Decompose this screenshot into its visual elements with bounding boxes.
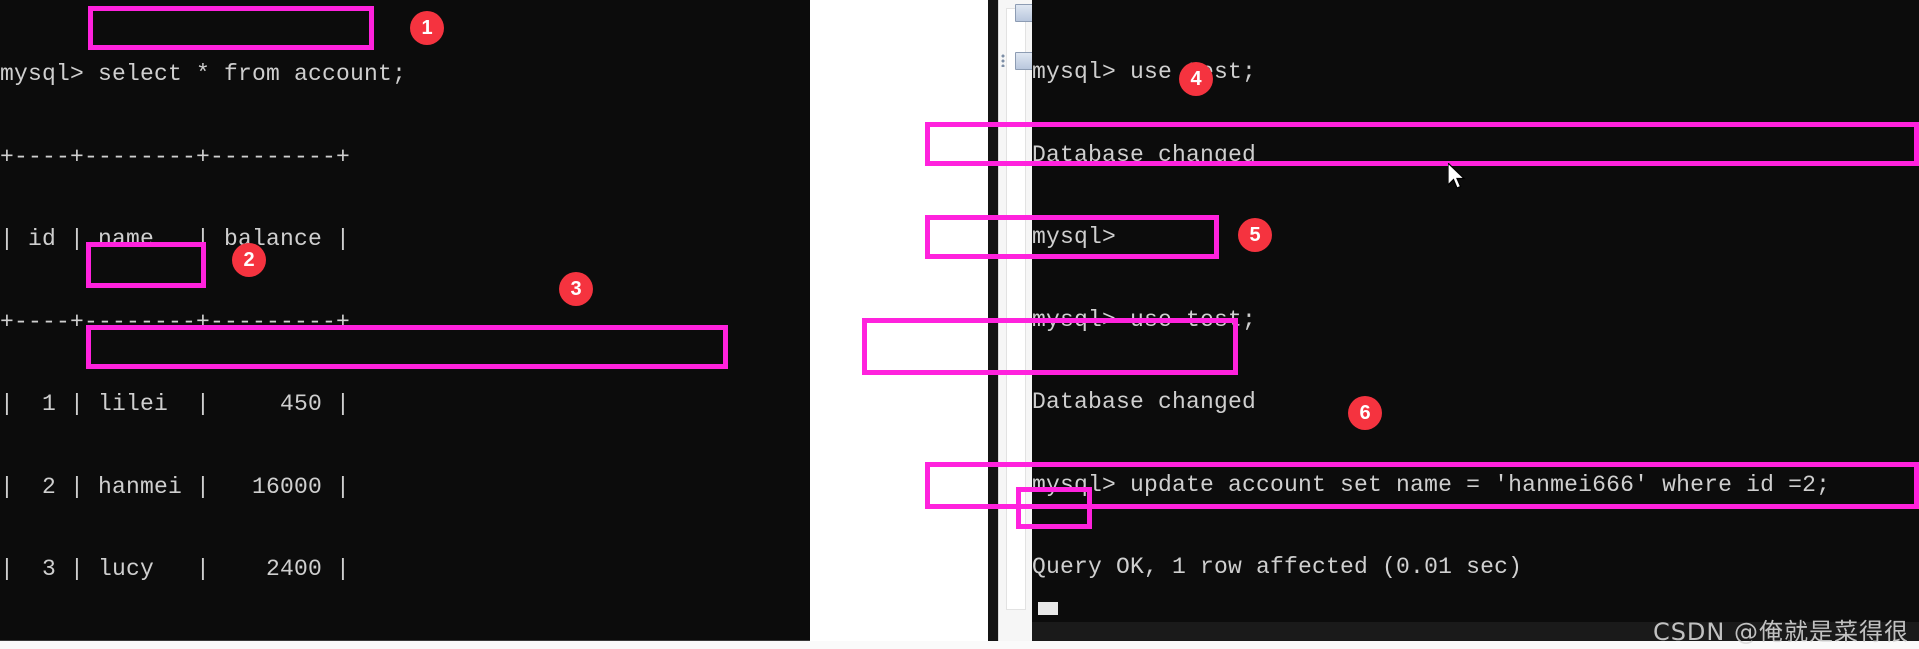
page-bottom-strip — [0, 641, 1919, 649]
step-badge-4: 4 — [1179, 62, 1213, 96]
terminal-right-line-3: mysql> use test; — [1032, 306, 1257, 333]
desktop-background — [810, 0, 988, 649]
terminal-right-line-2: mysql> — [1032, 224, 1117, 250]
terminal-left-line-2: | id | name | balance | — [0, 226, 351, 252]
csdn-watermark: CSDN @俺就是菜得很 — [1652, 618, 1909, 646]
terminal-left-line-5: | 2 | hanmei | 16000 | — [0, 473, 351, 500]
screenshot-root: mysql> select * from account; +----+----… — [0, 0, 1919, 649]
step-badge-5: 5 — [1238, 218, 1272, 252]
gutter-shadow — [988, 0, 998, 649]
terminal-right-line-6: Query OK, 1 row affected (0.01 sec) — [1032, 554, 1523, 580]
step-badge-6: 6 — [1348, 396, 1382, 430]
mouse-pointer-icon — [1448, 163, 1468, 193]
step-badge-2: 2 — [232, 243, 266, 277]
terminal-left-line-6: | 3 | lucy | 2400 | — [0, 556, 351, 582]
terminal-left-line-0: mysql> select * from account; — [0, 61, 407, 87]
terminal-right-line-1: Database changed — [1032, 141, 1257, 168]
step-badge-1: 1 — [410, 11, 444, 45]
vertical-scrollbar-thumb[interactable] — [1006, 8, 1026, 610]
terminal-right-line-5: mysql> update account set name = 'hanmei… — [1032, 471, 1831, 498]
terminal-left-line-4: | 1 | lilei | 450 | — [0, 391, 351, 417]
terminal-left-line-1: +----+--------+---------+ — [0, 143, 351, 170]
terminal-right-line-0: mysql> use test; — [1032, 59, 1257, 85]
terminal-right-line-4: Database changed — [1032, 389, 1257, 415]
step-badge-3: 3 — [559, 272, 593, 306]
terminal-window-left[interactable]: mysql> select * from account; +----+----… — [0, 0, 810, 646]
terminal-cursor-block — [1038, 602, 1058, 615]
terminal-left-line-3: +----+--------+---------+ — [0, 308, 351, 335]
terminal-window-right[interactable]: mysql> use test; Database changed mysql>… — [1032, 0, 1919, 626]
grip-dots-icon — [1001, 54, 1011, 67]
